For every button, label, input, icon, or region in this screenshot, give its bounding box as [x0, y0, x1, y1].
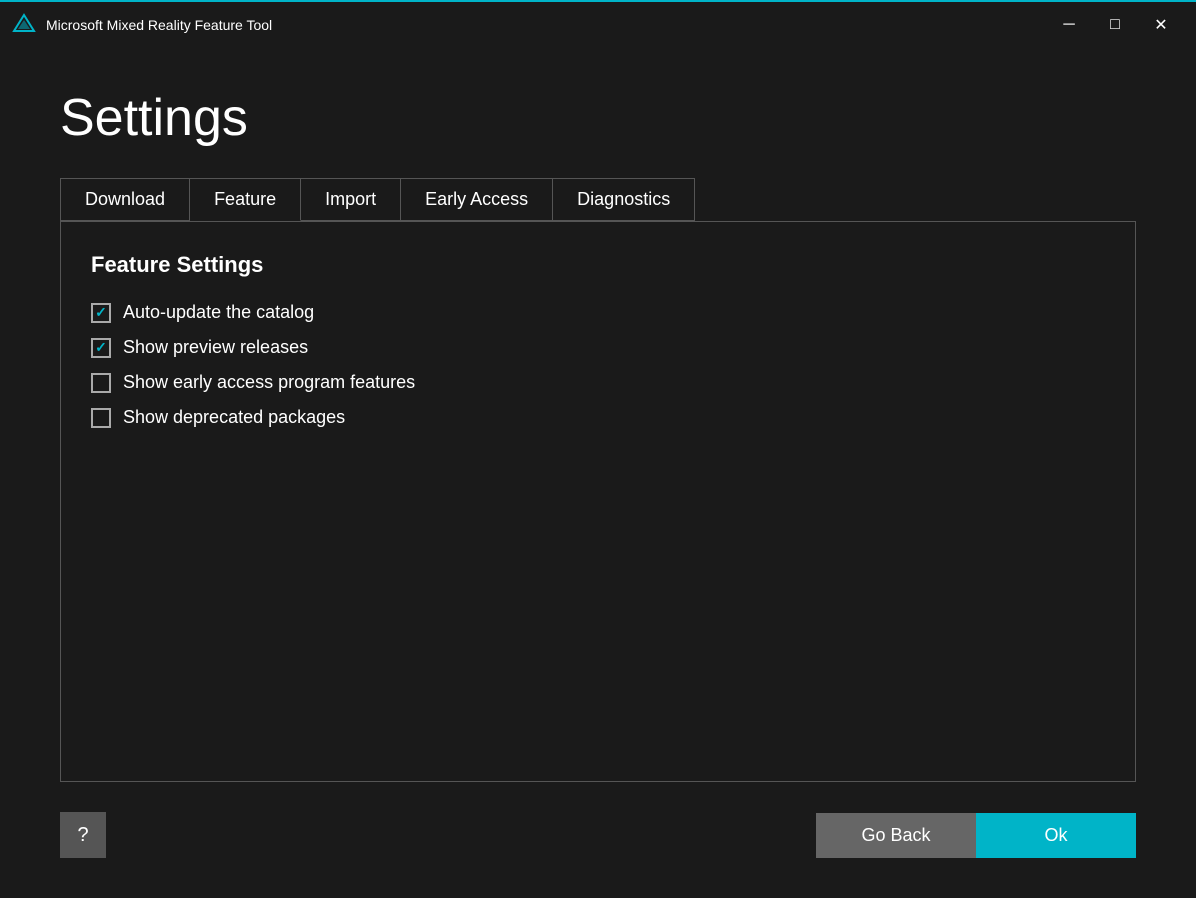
action-buttons: Go Back Ok: [816, 813, 1136, 858]
checkbox-label-show-early-access: Show early access program features: [123, 372, 415, 393]
checkbox-item-show-preview: Show preview releases: [91, 337, 1105, 358]
checkbox-show-preview[interactable]: [91, 338, 111, 358]
checkbox-label-show-preview: Show preview releases: [123, 337, 308, 358]
checkbox-auto-update[interactable]: [91, 303, 111, 323]
minimize-button[interactable]: ─: [1046, 9, 1092, 41]
tab-feature[interactable]: Feature: [190, 179, 301, 221]
checkbox-item-show-early-access: Show early access program features: [91, 372, 1105, 393]
checkbox-label-auto-update: Auto-update the catalog: [123, 302, 314, 323]
tab-import[interactable]: Import: [301, 179, 401, 221]
tab-early-access[interactable]: Early Access: [401, 179, 553, 221]
title-bar: Microsoft Mixed Reality Feature Tool ─ □…: [0, 0, 1196, 48]
title-bar-controls: ─ □ ✕: [1046, 9, 1184, 41]
checkbox-item-show-deprecated: Show deprecated packages: [91, 407, 1105, 428]
go-back-button[interactable]: Go Back: [816, 813, 976, 858]
title-bar-left: Microsoft Mixed Reality Feature Tool: [12, 13, 272, 37]
window-title: Microsoft Mixed Reality Feature Tool: [46, 17, 272, 33]
page-title: Settings: [60, 88, 1136, 148]
ok-button[interactable]: Ok: [976, 813, 1136, 858]
checkbox-item-auto-update: Auto-update the catalog: [91, 302, 1105, 323]
checkbox-show-deprecated[interactable]: [91, 408, 111, 428]
tab-download[interactable]: Download: [61, 179, 190, 221]
content-panel: Feature Settings Auto-update the catalog…: [60, 221, 1136, 782]
main-content: Settings Download Feature Import Early A…: [0, 48, 1196, 898]
app-icon: [12, 13, 36, 37]
tab-diagnostics[interactable]: Diagnostics: [553, 179, 694, 221]
checkbox-label-show-deprecated: Show deprecated packages: [123, 407, 345, 428]
bottom-bar: ? Go Back Ok: [60, 812, 1136, 868]
checkbox-show-early-access[interactable]: [91, 373, 111, 393]
help-button[interactable]: ?: [60, 812, 106, 858]
maximize-button[interactable]: □: [1092, 9, 1138, 41]
tabs-container: Download Feature Import Early Access Dia…: [60, 178, 695, 221]
section-title: Feature Settings: [91, 252, 1105, 278]
close-button[interactable]: ✕: [1138, 9, 1184, 41]
